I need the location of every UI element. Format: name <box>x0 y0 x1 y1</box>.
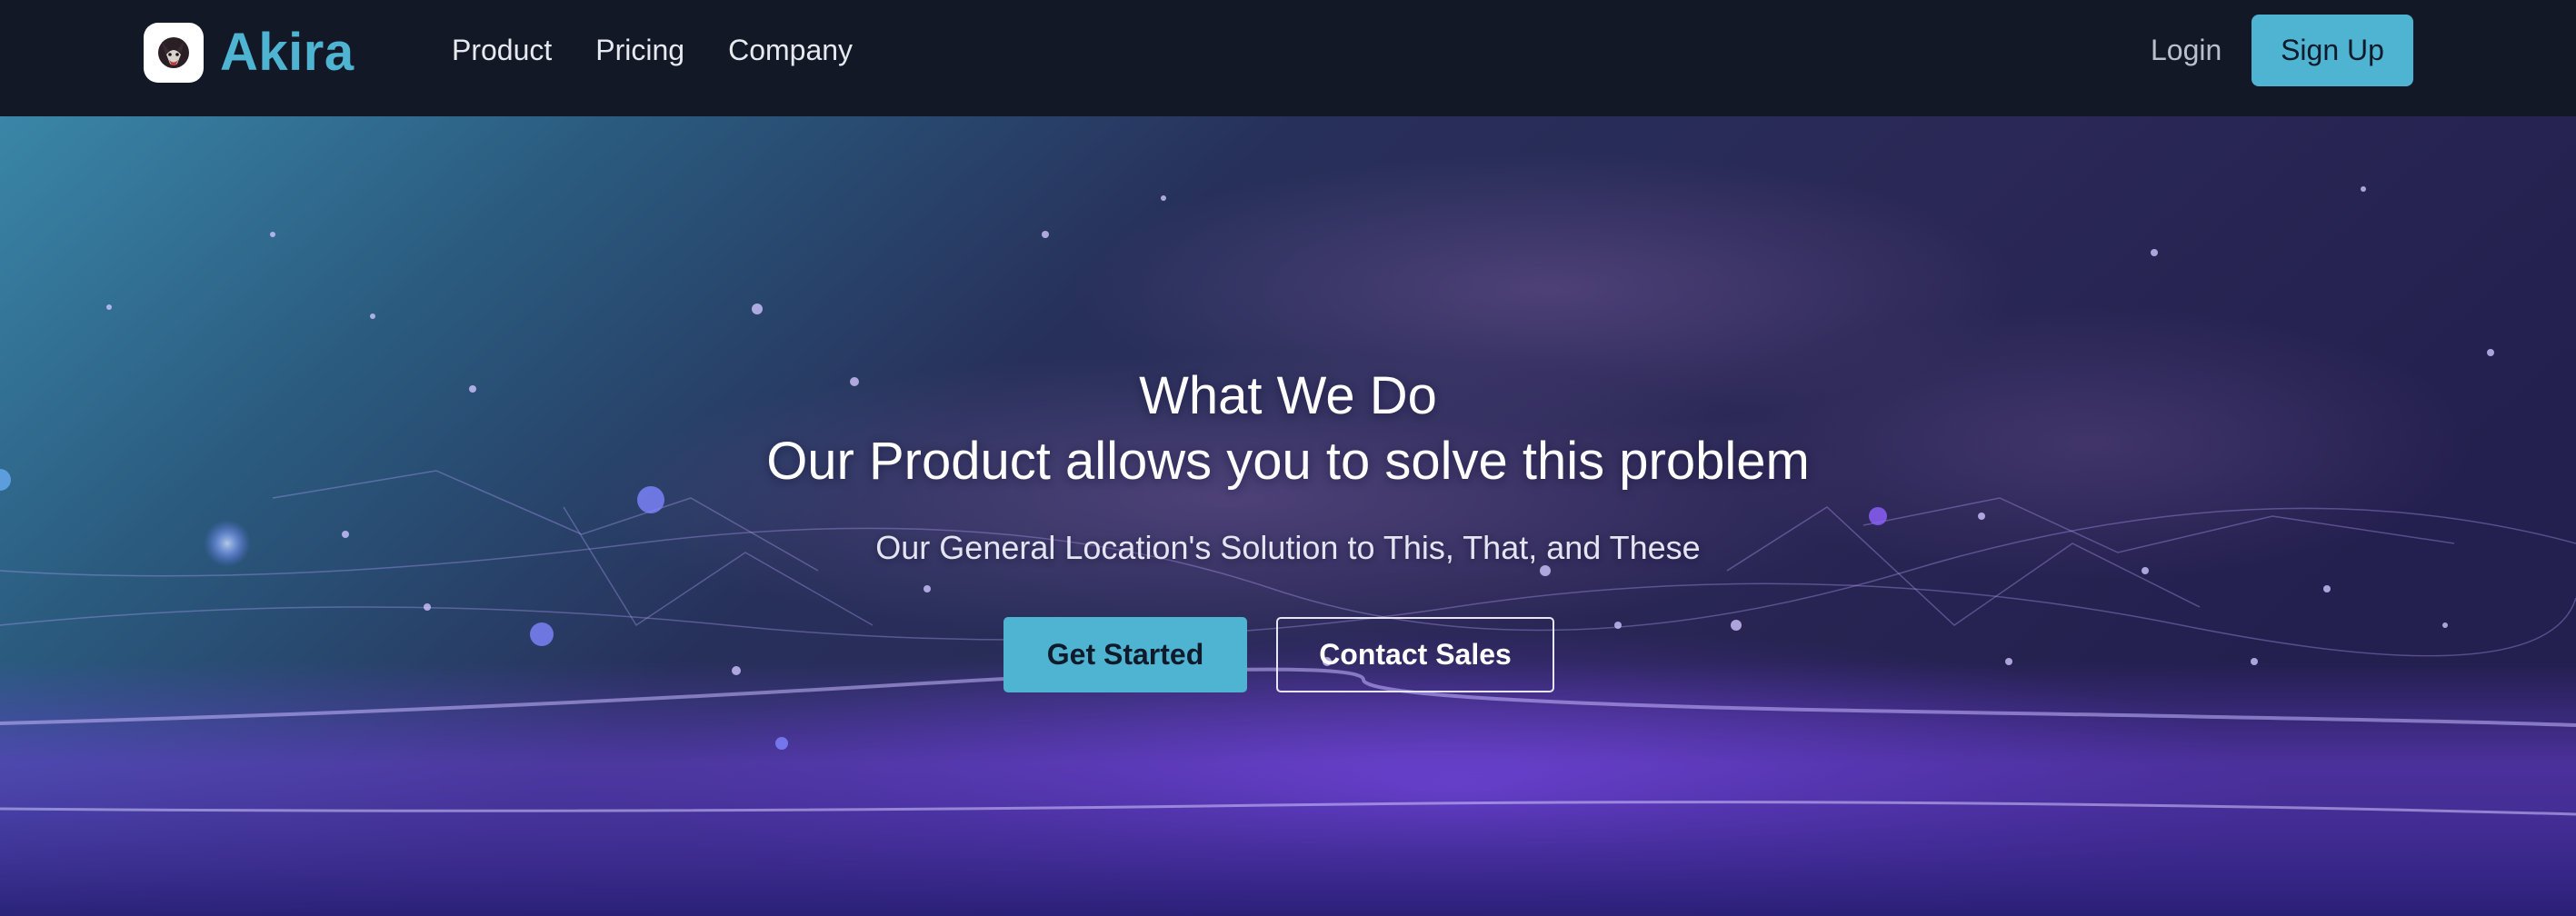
get-started-button[interactable]: Get Started <box>1003 617 1247 692</box>
brand-name: Akira <box>220 23 354 82</box>
main-nav: Product Pricing Company <box>452 34 896 67</box>
hero-subheading: Our Product allows you to solve this pro… <box>766 432 1810 491</box>
hero-section: What We Do Our Product allows you to sol… <box>0 116 2576 916</box>
brand-logo[interactable]: Akira <box>144 22 354 83</box>
contact-sales-button[interactable]: Contact Sales <box>1276 617 1554 692</box>
wolf-logo-icon <box>144 22 204 83</box>
nav-link-company[interactable]: Company <box>728 34 853 67</box>
nav-link-product[interactable]: Product <box>452 34 552 67</box>
hero-heading: What We Do <box>1139 366 1437 425</box>
login-link[interactable]: Login <box>2151 34 2222 67</box>
sign-up-button[interactable]: Sign Up <box>2252 15 2413 86</box>
top-navbar: Akira Product Pricing Company Login Sign… <box>0 0 2576 116</box>
nav-link-pricing[interactable]: Pricing <box>595 34 684 67</box>
hero-content: What We Do Our Product allows you to sol… <box>0 116 2576 916</box>
hero-tagline: Our General Location's Solution to This,… <box>875 529 1701 566</box>
